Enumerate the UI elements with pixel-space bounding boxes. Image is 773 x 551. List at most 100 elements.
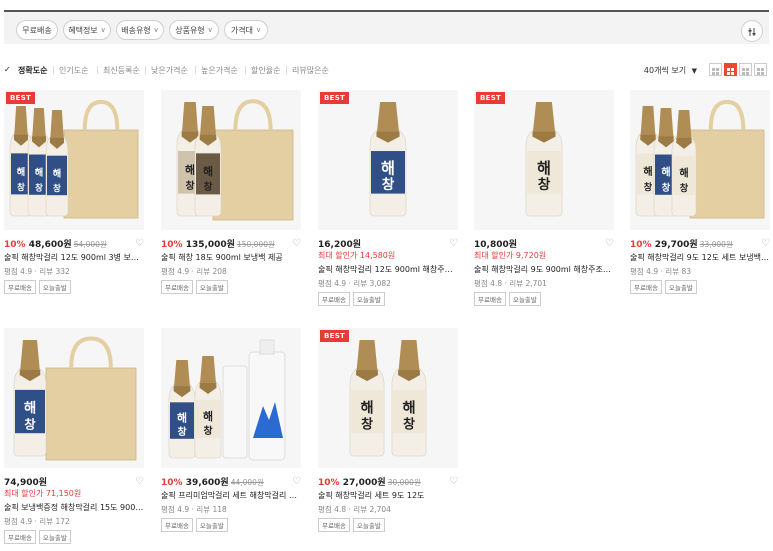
shipping-tag: 무료배송 — [318, 292, 350, 306]
filter-chip[interactable]: 배송유형 ∨ — [116, 20, 164, 40]
product-image[interactable]: 해창 — [318, 90, 458, 230]
best-badge: BEST — [476, 92, 506, 104]
shipping-tag: 무료배송 — [318, 518, 350, 532]
product-image[interactable]: 해창 — [474, 90, 614, 230]
sort-option[interactable]: 최신등록순 — [103, 65, 140, 76]
svg-text:해: 해 — [17, 166, 26, 178]
filter-chip-label: 가격대 — [230, 25, 253, 35]
svg-text:해: 해 — [53, 167, 62, 179]
chevron-down-icon: ∨ — [100, 26, 106, 34]
shipping-tags: 무료배송 오늘출발 — [318, 292, 385, 306]
original-price: 30,000원 — [387, 478, 421, 487]
shipping-tags: 무료배송 오늘출발 — [161, 280, 228, 294]
price-line: 10% 39,600원 44,000원 — [161, 475, 264, 488]
svg-text:창: 창 — [203, 424, 212, 437]
rating-reviews: 평점 4.9 · 리뷰 83 — [630, 267, 691, 276]
product-image[interactable]: 해창해창 — [161, 90, 301, 230]
sort-option[interactable]: 인기도순 — [59, 65, 88, 76]
rating-reviews: 평점 4.8 · 리뷰 2,704 — [318, 505, 391, 514]
heart-icon[interactable]: ♡ — [292, 476, 301, 487]
svg-text:창: 창 — [403, 417, 415, 433]
sale-price: 135,000원 — [185, 240, 235, 250]
original-price: 54,000원 — [73, 240, 107, 249]
svg-text:해: 해 — [679, 166, 688, 179]
svg-text:해: 해 — [381, 159, 395, 177]
product-card[interactable]: 해 창 해 창 해 창 10% 29,700원 33,000원 ♡ 술픽 해창막걸리 9도 12도… — [630, 90, 770, 310]
sale-price: 10,800원 — [474, 240, 518, 250]
best-badge: BEST — [6, 92, 36, 104]
heart-icon[interactable]: ♡ — [605, 238, 614, 249]
product-image[interactable]: 해창해창해창 — [4, 90, 144, 230]
heart-icon[interactable]: ♡ — [135, 238, 144, 249]
filter-chip[interactable]: 상품유형 ∨ — [169, 20, 219, 40]
max-discount-price: 최대 할인가 14,580원 — [318, 251, 396, 260]
shipping-tag: 오늘출발 — [38, 280, 71, 294]
heart-icon[interactable]: ♡ — [135, 476, 144, 487]
filter-chip-label: 상품유형 — [175, 25, 205, 35]
rating-reviews: 평점 4.9 · 리뷰 208 — [161, 267, 227, 276]
product-card[interactable]: 해 창 BEST 10,800원 ♡ 최대 할인가 9,720원 술픽 해창막걸리 9도 9… — [474, 90, 614, 310]
product-card[interactable]: 해 창 74,900원 ♡ 최대 할인가 71,150원 술픽 보냉백증정 해창막걸리 1… — [4, 328, 144, 548]
product-name[interactable]: 술픽 보냉백증정 해창막걸리 15도 900m... — [4, 502, 144, 513]
svg-text:창: 창 — [203, 180, 212, 193]
product-image[interactable]: 해창 — [4, 328, 144, 468]
shipping-tags: 무료배송 오늘출발 — [4, 530, 71, 544]
discount-rate: 10% — [630, 240, 655, 250]
product-card[interactable]: 해 창 BEST 16,200원 ♡ 최대 할인가 14,580원 술픽 해창막걸리 12도… — [318, 90, 458, 310]
product-image[interactable]: 해창해창 — [161, 328, 301, 468]
product-name[interactable]: 술픽 해창막걸리 세트 9도 12도 — [318, 490, 458, 501]
product-image[interactable]: 해창해창해창 — [630, 90, 770, 230]
shipping-tag: 오늘출발 — [38, 530, 71, 544]
sort-bar: 40개씩 보기 ▼ ✓ 정확도순 인기도순 최신등록순 낮은가격순 높은가격순 할인율순 리뷰… — [4, 63, 769, 79]
product-name[interactable]: 술픽 해창막걸리 9도 12도 세트 보냉백 ... — [630, 252, 770, 263]
sort-option[interactable]: 높은가격순 — [201, 65, 238, 76]
original-price: 44,000원 — [230, 478, 264, 487]
best-badge: BEST — [320, 92, 350, 104]
product-card[interactable]: 해 창 해 창 해 창 BEST 10% 48,600원 54,000원 ♡ 술픽 해창막걸리 12… — [4, 90, 144, 310]
heart-icon[interactable]: ♡ — [292, 238, 301, 249]
per-page-select[interactable]: 40개씩 보기 ▼ — [644, 65, 697, 76]
product-card[interactable]: 해 창 해 창 10% 39,600원 44,000원 ♡ 술픽 프리미엄막걸리 세트 해창막… — [161, 328, 301, 548]
filter-chip[interactable]: 무료배송 — [16, 20, 58, 40]
svg-text:해: 해 — [402, 400, 415, 417]
product-image[interactable]: 해창해창 — [318, 328, 458, 468]
svg-text:해: 해 — [24, 400, 36, 417]
product-name[interactable]: 술픽 해창막걸리 12도 900ml 3병 보냉백... — [4, 252, 144, 263]
filter-chip[interactable]: 혜택정보 ∨ — [63, 20, 111, 40]
sort-option[interactable]: 리뷰많은순 — [292, 65, 329, 76]
shipping-tags: 무료배송 오늘출발 — [474, 292, 541, 306]
heart-icon[interactable]: ♡ — [449, 238, 458, 249]
sort-divider — [53, 66, 54, 74]
sliders-icon — [747, 22, 757, 41]
product-name[interactable]: 술픽 프리미엄막걸리 세트 해창막걸리 우... — [161, 490, 301, 501]
svg-text:창: 창 — [177, 425, 186, 438]
filter-settings-button[interactable] — [741, 20, 763, 42]
max-discount-price: 최대 할인가 71,150원 — [4, 489, 82, 498]
product-card[interactable]: 해 창 해 창 BEST 10% 27,000원 30,000원 ♡ 술픽 해창막걸리 세트 9… — [318, 328, 458, 548]
heart-icon[interactable]: ♡ — [449, 476, 458, 487]
view-grid-button[interactable] — [724, 63, 737, 76]
shipping-tag: 오늘출발 — [664, 280, 697, 294]
filter-chip[interactable]: 가격대 ∨ — [224, 20, 268, 40]
sort-option[interactable]: 정확도순 — [18, 65, 47, 76]
view-list-button[interactable] — [709, 63, 722, 76]
filter-chip-label: 혜택정보 — [68, 25, 98, 35]
sort-divider — [245, 66, 246, 74]
product-name[interactable]: 술픽 해창막걸리 12도 900ml 해창주조... — [318, 264, 458, 275]
layout-icon — [742, 60, 749, 79]
svg-text:창: 창 — [382, 176, 395, 193]
shipping-tag: 오늘출발 — [195, 280, 228, 294]
svg-text:해: 해 — [203, 164, 213, 178]
sort-option[interactable]: 할인율순 — [251, 65, 280, 76]
view-tile-button[interactable] — [754, 63, 767, 76]
rating-reviews: 평점 4.9 · 리뷰 118 — [161, 505, 227, 514]
price-line: 10,800원 — [474, 237, 517, 250]
heart-icon[interactable]: ♡ — [761, 238, 770, 249]
view-large-button[interactable] — [739, 63, 752, 76]
sale-price: 29,700원 — [654, 240, 698, 250]
product-name[interactable]: 술픽 해창 18도 900ml 보냉백 제공 — [161, 252, 301, 263]
product-name[interactable]: 술픽 해창막걸리 9도 900ml 해창주조장 ... — [474, 264, 614, 275]
svg-text:창: 창 — [185, 179, 194, 192]
sort-option[interactable]: 낮은가격순 — [151, 65, 188, 76]
product-card[interactable]: 해 창 해 창 10% 135,000원 150,000원 ♡ 술픽 해창 18도 900ml… — [161, 90, 301, 310]
